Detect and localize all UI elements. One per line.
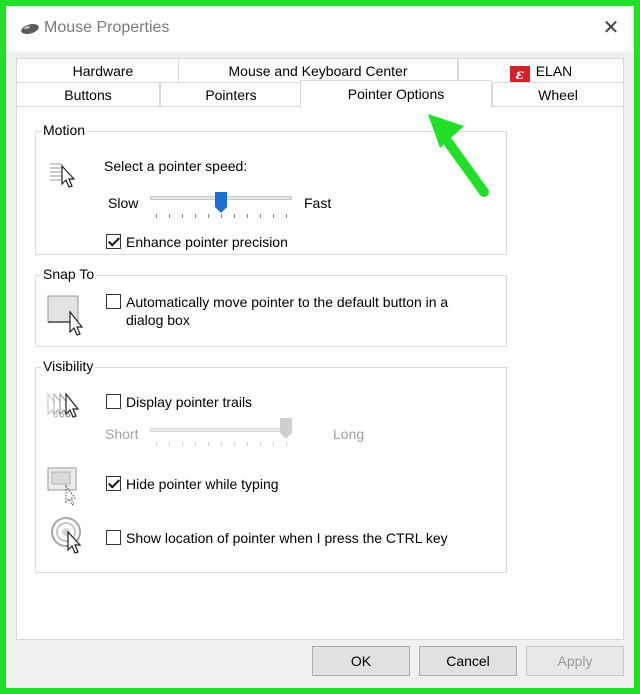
- short-label: Short: [105, 426, 139, 442]
- snap-to-label-line1: Automatically move pointer to the defaul…: [126, 294, 449, 310]
- slider-ticks: [150, 442, 292, 446]
- slider-tick: [208, 214, 209, 218]
- slider-tick: [169, 442, 170, 446]
- hide-pointer-typing-label: Hide pointer while typing: [126, 476, 279, 492]
- window-title: Mouse Properties: [44, 19, 170, 36]
- snap-to-group-title: Snap To: [41, 266, 97, 282]
- slider-tick: [273, 442, 274, 446]
- slider-tick: [286, 442, 287, 446]
- tab-label: Hardware: [72, 63, 134, 79]
- slider-thumb[interactable]: [280, 418, 292, 440]
- enhance-precision-label: Enhance pointer precision: [126, 234, 288, 250]
- hide-pointer-icon: [47, 467, 77, 506]
- pointer-location-icon: [51, 517, 82, 554]
- pointer-speed-label: Select a pointer speed:: [104, 158, 248, 174]
- slider-tick: [182, 442, 183, 446]
- slider-tick: [260, 442, 261, 446]
- snap-to-group: Snap To Automatically move pointer to th…: [35, 266, 507, 347]
- trail-length-slider[interactable]: [150, 416, 292, 446]
- visibility-group-title: Visibility: [41, 358, 96, 374]
- slider-tick: [247, 442, 248, 446]
- snap-to-icon: [47, 295, 84, 336]
- tab-label: Pointer Options: [347, 86, 445, 102]
- title-bar: Mouse Properties ✕: [6, 6, 634, 52]
- tab-label: Mouse and Keyboard Center: [228, 63, 408, 79]
- pointer-speed-icon: [50, 163, 76, 188]
- snap-to-checkbox[interactable]: [106, 294, 121, 309]
- tab-hardware[interactable]: Hardware: [16, 58, 190, 84]
- show-location-ctrl-label: Show location of pointer when I press th…: [126, 530, 448, 546]
- tab-wheel[interactable]: Wheel: [492, 82, 624, 108]
- slider-tick: [195, 442, 196, 446]
- hide-pointer-typing-checkbox[interactable]: [106, 476, 121, 491]
- ok-button-label: OK: [350, 653, 372, 669]
- slider-ticks: [150, 214, 292, 218]
- slider-tick: [156, 442, 157, 446]
- mouse-properties-window: Mouse Properties ✕ Hardware Mouse and Ke…: [6, 6, 634, 688]
- tab-pointers[interactable]: Pointers: [160, 82, 302, 108]
- pointer-trails-checkbox[interactable]: [106, 394, 121, 409]
- pointer-trails-label: Display pointer trails: [126, 394, 253, 410]
- close-icon: ✕: [602, 17, 620, 39]
- mouse-icon: [21, 24, 39, 34]
- show-location-ctrl-checkbox[interactable]: [106, 530, 121, 545]
- slider-tick: [221, 442, 222, 446]
- slider-track: [150, 428, 292, 432]
- close-button[interactable]: ✕: [588, 6, 634, 52]
- slider-tick: [221, 214, 222, 218]
- tab-label: Wheel: [538, 87, 578, 103]
- ok-button[interactable]: OK: [312, 646, 410, 676]
- apply-button[interactable]: Apply: [526, 646, 624, 676]
- pointer-speed-slider[interactable]: [150, 192, 292, 220]
- apply-button-label: Apply: [557, 653, 593, 669]
- cancel-button-label: Cancel: [446, 653, 490, 669]
- slider-tick: [286, 214, 287, 218]
- slider-tick: [273, 214, 274, 218]
- slider-thumb[interactable]: [215, 192, 227, 214]
- visibility-group: Visibility Display pointer trails Short …: [35, 358, 507, 573]
- tab-label: Pointers: [205, 87, 257, 103]
- snap-to-label-line2: dialog box: [126, 312, 190, 328]
- tab-label: Buttons: [64, 87, 112, 103]
- tab-pointer-options[interactable]: Pointer Options: [300, 80, 492, 108]
- annotation-arrow-icon: [428, 114, 489, 197]
- motion-group-title: Motion: [41, 122, 88, 138]
- slider-tick: [156, 214, 157, 218]
- slider-tick: [169, 214, 170, 218]
- pointer-options-panel: Motion Select a pointer speed: Slow Fast: [16, 106, 624, 640]
- tab-label: ELAN: [535, 63, 573, 79]
- slider-tick: [182, 214, 183, 218]
- fast-label: Fast: [304, 195, 332, 211]
- enhance-precision-checkbox[interactable]: [106, 234, 121, 249]
- slider-tick: [247, 214, 248, 218]
- slider-tick: [234, 442, 235, 446]
- slow-label: Slow: [108, 195, 139, 211]
- slider-tick: [208, 442, 209, 446]
- cancel-button[interactable]: Cancel: [419, 646, 517, 676]
- slider-tick: [260, 214, 261, 218]
- slider-tick: [195, 214, 196, 218]
- slider-tick: [234, 214, 235, 218]
- long-label: Long: [333, 426, 365, 442]
- tab-buttons[interactable]: Buttons: [16, 82, 160, 108]
- pointer-trails-icon: [47, 392, 80, 418]
